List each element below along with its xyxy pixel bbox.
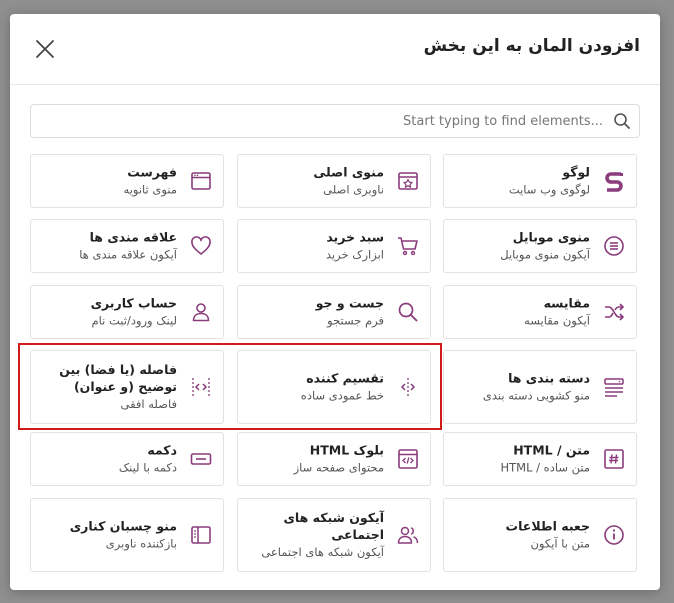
element-card-text: منو چسبان کناری بازکننده ناوبری xyxy=(39,518,177,553)
divider-icon xyxy=(400,378,416,396)
element-card-text: سبد خرید ابزارک خرید xyxy=(246,229,384,264)
modal-header: افزودن المان به این بخش xyxy=(10,14,660,85)
element-card-text: دکمه دکمه با لینک xyxy=(39,442,177,477)
element-card-title: سبد خرید xyxy=(326,229,384,245)
element-card-subtitle: متن با آیکون xyxy=(530,536,590,551)
element-card-text: منوی اصلی ناوبری اصلی xyxy=(246,164,384,199)
element-card-title: فهرست xyxy=(127,164,177,180)
button-icon xyxy=(190,453,212,465)
element-card-text: لوگو لوگوی وب سایت xyxy=(452,164,590,199)
html-block-icon xyxy=(398,449,418,469)
close-icon xyxy=(36,40,54,58)
element-card[interactable]: سبد خرید ابزارک خرید xyxy=(237,219,431,273)
element-card-subtitle: فاصله افقی xyxy=(120,397,178,411)
element-card-text: جعبه اطلاعات متن با آیکون xyxy=(452,518,590,553)
element-card-text: مقایسه آیکون مقایسه xyxy=(452,295,590,330)
element-card[interactable]: منوی اصلی ناوبری اصلی xyxy=(237,154,431,208)
element-card-subtitle: آیکون علاقه مندی ها xyxy=(79,247,177,262)
element-card[interactable]: منوی موبایل آیکون منوی موبایل xyxy=(443,219,637,273)
element-card-subtitle: آیکون منوی موبایل xyxy=(500,247,590,262)
text-hash-icon xyxy=(604,449,624,469)
element-card-subtitle: منو کشویی دسته بندی xyxy=(482,388,590,403)
search-icon xyxy=(614,113,630,129)
element-card[interactable]: دسته بندی ها منو کشویی دسته بندی xyxy=(443,350,637,424)
element-card[interactable]: حساب کاربری لینک ورود/ثبت نام xyxy=(30,285,224,339)
element-card-title: منوی موبایل xyxy=(512,229,590,245)
element-card-subtitle: محتوای صفحه ساز xyxy=(293,460,384,475)
heart-icon xyxy=(191,236,211,255)
element-card[interactable]: فهرست منوی ثانویه xyxy=(30,154,224,208)
close-button[interactable] xyxy=(34,38,56,60)
element-search xyxy=(30,104,640,138)
element-card-title: بلوک HTML xyxy=(309,442,384,458)
element-card-title: دسته بندی ها xyxy=(508,370,590,386)
element-card-subtitle: دکمه با لینک xyxy=(118,460,177,475)
main-menu-icon xyxy=(398,172,418,190)
search-icon xyxy=(398,302,418,322)
element-card-title: منو چسبان کناری xyxy=(69,518,177,534)
categories-icon xyxy=(604,378,624,397)
element-card[interactable]: آیکون شبکه های اجتماعی آیکون شبکه های اجت… xyxy=(237,498,431,572)
element-card[interactable]: علاقه مندی ها آیکون علاقه مندی ها xyxy=(30,219,224,273)
element-card-text: فهرست منوی ثانویه xyxy=(39,164,177,199)
info-icon xyxy=(604,525,624,545)
element-card-subtitle: بازکننده ناوبری xyxy=(105,536,177,551)
element-card[interactable]: جست و جو فرم جستجو xyxy=(237,285,431,339)
element-card-subtitle: خط عمودی ساده xyxy=(300,388,384,403)
element-card-text: فاصله (یا فضا) بین توضیح (و عنوان) فاصله … xyxy=(39,361,177,413)
element-card-subtitle: ناوبری اصلی xyxy=(323,182,384,197)
element-card-subtitle: آیکون شبکه های اجتماعی xyxy=(261,545,384,559)
element-card-text: جست و جو فرم جستجو xyxy=(246,295,384,330)
element-card-subtitle: منوی ثانویه xyxy=(123,182,177,197)
element-card-title: فاصله (یا فضا) بین توضیح (و عنوان) xyxy=(59,362,177,394)
sidebar-menu-icon xyxy=(191,526,211,544)
element-card[interactable]: فاصله (یا فضا) بین توضیح (و عنوان) فاصله … xyxy=(30,350,224,424)
element-search-input[interactable] xyxy=(31,105,603,137)
shuffle-icon xyxy=(605,303,625,321)
element-card[interactable]: منو چسبان کناری بازکننده ناوبری xyxy=(30,498,224,572)
logo-s-icon xyxy=(605,172,623,192)
browser-window-icon xyxy=(191,172,211,190)
element-card[interactable]: دکمه دکمه با لینک xyxy=(30,432,224,486)
mobile-menu-icon xyxy=(604,236,624,256)
element-card-subtitle: لینک ورود/ثبت نام xyxy=(91,313,178,328)
element-card-title: لوگو xyxy=(562,164,590,180)
element-card-text: متن / HTML متن ساده / HTML xyxy=(452,442,590,477)
element-card-text: دسته بندی ها منو کشویی دسته بندی xyxy=(452,370,590,405)
element-card-text: علاقه مندی ها آیکون علاقه مندی ها xyxy=(39,229,177,264)
element-card-title: متن / HTML xyxy=(513,442,590,458)
element-card-subtitle: لوگوی وب سایت xyxy=(508,182,590,197)
element-card-text: بلوک HTML محتوای صفحه ساز xyxy=(246,442,384,477)
social-users-icon xyxy=(397,526,419,544)
element-card-title: دکمه xyxy=(147,442,177,458)
spacer-icon xyxy=(192,378,210,396)
element-card-title: جعبه اطلاعات xyxy=(505,518,590,534)
add-element-modal: افزودن المان به این بخش لوگو لوگوی وب سای… xyxy=(10,14,660,590)
element-card[interactable]: مقایسه آیکون مقایسه xyxy=(443,285,637,339)
element-card-subtitle: متن ساده / HTML xyxy=(500,460,590,475)
element-card-text: حساب کاربری لینک ورود/ثبت نام xyxy=(39,295,177,330)
element-card-text: آیکون شبکه های اجتماعی آیکون شبکه های اجت… xyxy=(246,509,384,561)
element-card-subtitle: ابزارک خرید xyxy=(325,247,384,262)
element-card-subtitle: آیکون مقایسه xyxy=(524,313,590,328)
element-card[interactable]: متن / HTML متن ساده / HTML xyxy=(443,432,637,486)
element-card-title: مقایسه xyxy=(543,295,590,311)
element-card-title: حساب کاربری xyxy=(90,295,177,311)
element-card-text: تقسیم کننده خط عمودی ساده xyxy=(246,370,384,405)
element-card-title: جست و جو xyxy=(315,295,384,311)
element-card-title: علاقه مندی ها xyxy=(89,229,177,245)
element-card[interactable]: بلوک HTML محتوای صفحه ساز xyxy=(237,432,431,486)
element-card-title: آیکون شبکه های اجتماعی xyxy=(283,510,384,542)
element-card[interactable]: جعبه اطلاعات متن با آیکون xyxy=(443,498,637,572)
element-card-title: تقسیم کننده xyxy=(306,370,384,386)
element-card[interactable]: لوگو لوگوی وب سایت xyxy=(443,154,637,208)
element-card-text: منوی موبایل آیکون منوی موبایل xyxy=(452,229,590,264)
user-icon xyxy=(192,303,210,322)
element-card[interactable]: تقسیم کننده خط عمودی ساده xyxy=(237,350,431,424)
modal-title: افزودن المان به این بخش xyxy=(423,36,640,56)
element-card-title: منوی اصلی xyxy=(313,164,384,180)
cart-icon xyxy=(398,237,418,256)
element-card-subtitle: فرم جستجو xyxy=(327,313,384,328)
